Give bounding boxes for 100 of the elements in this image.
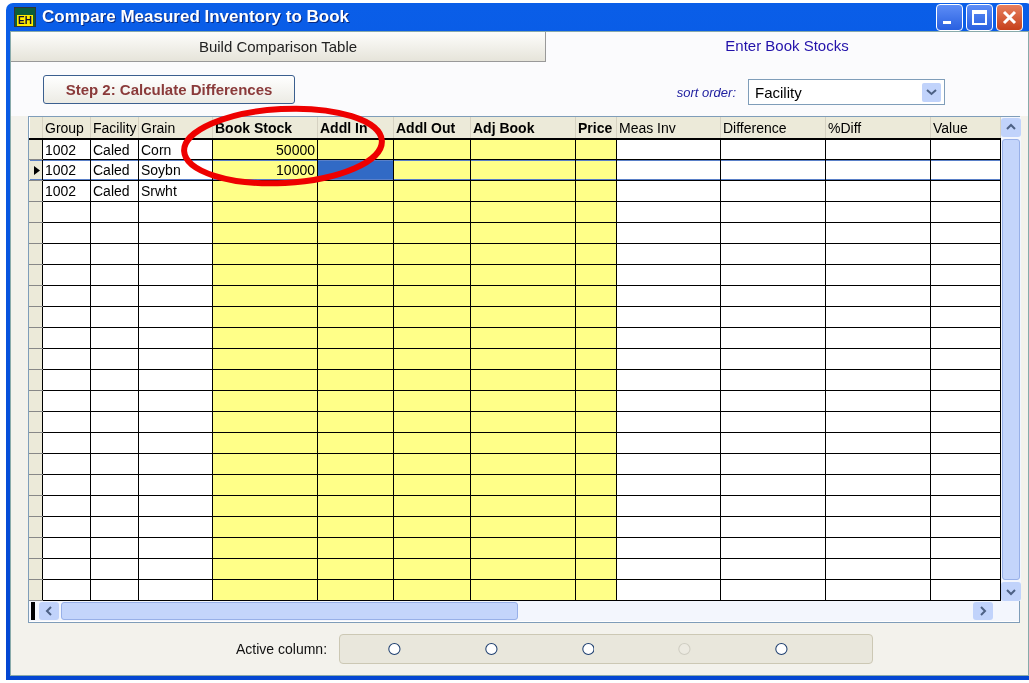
- table-cell[interactable]: [90, 348, 139, 370]
- table-cell[interactable]: [720, 139, 826, 160]
- table-cell[interactable]: [825, 453, 931, 475]
- table-cell[interactable]: [616, 411, 721, 433]
- maximize-button[interactable]: [966, 3, 993, 31]
- table-cell[interactable]: [616, 390, 721, 412]
- table-cell[interactable]: [720, 348, 826, 370]
- table-cell[interactable]: [720, 390, 826, 412]
- table-cell[interactable]: [138, 516, 213, 538]
- table-cell[interactable]: [825, 285, 931, 307]
- table-cell[interactable]: [138, 537, 213, 559]
- table-cell[interactable]: [138, 306, 213, 328]
- table-cell[interactable]: [138, 432, 213, 454]
- table-cell[interactable]: [720, 558, 826, 580]
- column-header[interactable]: Meas Inv: [616, 117, 721, 139]
- table-cell[interactable]: [930, 180, 1001, 202]
- minimize-button[interactable]: [936, 3, 963, 31]
- table-cell[interactable]: [930, 474, 1001, 496]
- column-header[interactable]: Value: [930, 117, 1001, 139]
- table-cell[interactable]: [825, 348, 931, 370]
- table-cell[interactable]: [90, 411, 139, 433]
- table-cell[interactable]: [616, 537, 721, 559]
- table-cell[interactable]: [138, 411, 213, 433]
- table-cell[interactable]: [90, 390, 139, 412]
- column-header[interactable]: Book Stock: [212, 117, 318, 139]
- column-header[interactable]: Addl Out: [393, 117, 471, 139]
- table-cell[interactable]: 1002: [42, 139, 91, 160]
- table-cell[interactable]: [825, 222, 931, 244]
- table-cell[interactable]: [90, 306, 139, 328]
- table-cell[interactable]: [720, 516, 826, 538]
- table-cell[interactable]: [616, 558, 721, 580]
- table-cell[interactable]: [616, 243, 721, 265]
- scroll-left-button[interactable]: [39, 602, 59, 620]
- table-cell[interactable]: [616, 369, 721, 391]
- table-cell[interactable]: Caled: [90, 160, 139, 181]
- table-cell[interactable]: [138, 285, 213, 307]
- scrollbar-thumb[interactable]: [1002, 139, 1020, 580]
- table-cell[interactable]: [616, 201, 721, 223]
- table-cell[interactable]: [825, 390, 931, 412]
- table-cell[interactable]: [825, 474, 931, 496]
- table-cell[interactable]: [42, 432, 91, 454]
- table-cell[interactable]: [90, 516, 139, 538]
- table-cell[interactable]: 1002: [42, 160, 91, 181]
- table-cell[interactable]: [825, 264, 931, 286]
- table-cell[interactable]: [42, 264, 91, 286]
- radio-button[interactable]: [388, 641, 401, 657]
- table-cell[interactable]: [930, 264, 1001, 286]
- table-cell[interactable]: [930, 495, 1001, 517]
- column-header[interactable]: Price: [575, 117, 617, 139]
- table-cell[interactable]: [90, 537, 139, 559]
- table-cell[interactable]: [825, 579, 931, 601]
- table-cell[interactable]: [616, 516, 721, 538]
- table-cell[interactable]: [825, 243, 931, 265]
- table-cell[interactable]: Srwht: [138, 180, 213, 202]
- table-cell[interactable]: [930, 327, 1001, 349]
- table-cell[interactable]: [720, 243, 826, 265]
- table-cell[interactable]: [138, 348, 213, 370]
- table-cell[interactable]: [90, 264, 139, 286]
- table-cell[interactable]: [138, 390, 213, 412]
- table-cell[interactable]: [930, 139, 1001, 160]
- table-cell[interactable]: [720, 432, 826, 454]
- table-cell[interactable]: [90, 243, 139, 265]
- table-cell[interactable]: [825, 160, 931, 181]
- table-cell[interactable]: [42, 411, 91, 433]
- table-cell[interactable]: [138, 243, 213, 265]
- table-cell[interactable]: [138, 369, 213, 391]
- table-cell[interactable]: [930, 306, 1001, 328]
- row-header[interactable]: [29, 180, 43, 202]
- table-cell[interactable]: [616, 285, 721, 307]
- table-cell[interactable]: [90, 222, 139, 244]
- table-cell[interactable]: [930, 285, 1001, 307]
- table-cell[interactable]: [616, 139, 721, 160]
- table-cell[interactable]: [42, 201, 91, 223]
- table-cell[interactable]: [90, 474, 139, 496]
- table-cell[interactable]: [90, 579, 139, 601]
- table-cell[interactable]: [825, 369, 931, 391]
- table-cell[interactable]: [138, 474, 213, 496]
- radio-button[interactable]: [581, 641, 595, 657]
- table-cell[interactable]: [90, 285, 139, 307]
- table-cell[interactable]: [138, 201, 213, 223]
- table-cell[interactable]: [825, 180, 931, 202]
- table-cell[interactable]: [720, 264, 826, 286]
- table-cell[interactable]: 1002: [42, 180, 91, 202]
- table-cell[interactable]: [616, 327, 721, 349]
- sort-order-dropdown[interactable]: Facility: [748, 79, 945, 105]
- table-cell[interactable]: [930, 537, 1001, 559]
- table-cell[interactable]: [42, 222, 91, 244]
- table-cell[interactable]: Caled: [90, 139, 139, 160]
- table-cell[interactable]: [616, 264, 721, 286]
- table-cell[interactable]: [616, 348, 721, 370]
- table-cell[interactable]: [42, 579, 91, 601]
- column-header[interactable]: Group: [42, 117, 91, 139]
- tab[interactable]: Build Comparison Table: [11, 32, 546, 62]
- table-cell[interactable]: [138, 453, 213, 475]
- column-header[interactable]: Difference: [720, 117, 826, 139]
- table-cell[interactable]: [42, 327, 91, 349]
- table-cell[interactable]: [930, 516, 1001, 538]
- table-cell[interactable]: [825, 558, 931, 580]
- table-cell[interactable]: [90, 495, 139, 517]
- table-cell[interactable]: [720, 222, 826, 244]
